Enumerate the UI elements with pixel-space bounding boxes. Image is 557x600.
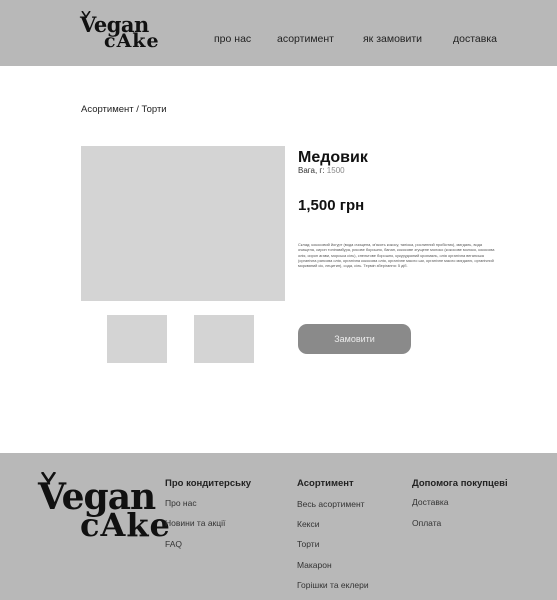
footer-link-macaron[interactable]: Макарон (297, 560, 332, 570)
product-price: 1,500 грн (298, 197, 365, 214)
logo[interactable]: Vegan cAke (80, 11, 170, 54)
footer-logo-word-cake: cAke (80, 506, 171, 544)
footer-col-assortment-title: Асортимент (297, 478, 354, 489)
logo-word-cake: cAke (104, 30, 160, 52)
product-main-image[interactable] (81, 146, 285, 301)
weight-label: Вага, г: (298, 166, 325, 175)
footer-link-delivery[interactable]: Доставка (412, 497, 449, 507)
footer-link-cakes[interactable]: Торти (297, 539, 319, 549)
site-header: Vegan cAke про нас асортимент як замовит… (0, 0, 557, 66)
footer-col-about-title: Про кондитерську (165, 478, 252, 489)
footer-link-payment[interactable]: Оплата (412, 518, 441, 528)
nav-delivery[interactable]: доставка (453, 33, 497, 46)
product-thumbnail-2[interactable] (194, 315, 254, 363)
product-title: Медовик (298, 149, 368, 166)
nav-how-to-order[interactable]: як замовити (363, 33, 422, 46)
nav-assortment[interactable]: асортимент (277, 33, 334, 46)
nav-about[interactable]: про нас (214, 33, 251, 46)
product-composition: Склад: кокосовий йогурт (вода очищена, м… (298, 242, 495, 269)
footer-link-faq[interactable]: FAQ (165, 539, 182, 549)
product-weight: Вага, г: 1500 (298, 166, 345, 175)
footer-link-nuts-eclairs[interactable]: Горішки та еклери (297, 580, 369, 590)
footer-link-cupcakes[interactable]: Кекси (297, 519, 320, 529)
footer-link-news[interactable]: Новини та акції (165, 518, 225, 528)
footer-logo[interactable]: Vegan cAke (38, 472, 170, 554)
weight-value: 1500 (326, 166, 345, 175)
footer-link-about[interactable]: Про нас (165, 498, 197, 508)
footer-link-all[interactable]: Весь асортимент (297, 499, 365, 509)
product-thumbnail-1[interactable] (107, 315, 167, 363)
footer-col-help-title: Допомога покупцеві (412, 478, 508, 489)
order-button[interactable]: Замовити (298, 324, 411, 354)
breadcrumb[interactable]: Асортимент / Торти (81, 104, 167, 115)
